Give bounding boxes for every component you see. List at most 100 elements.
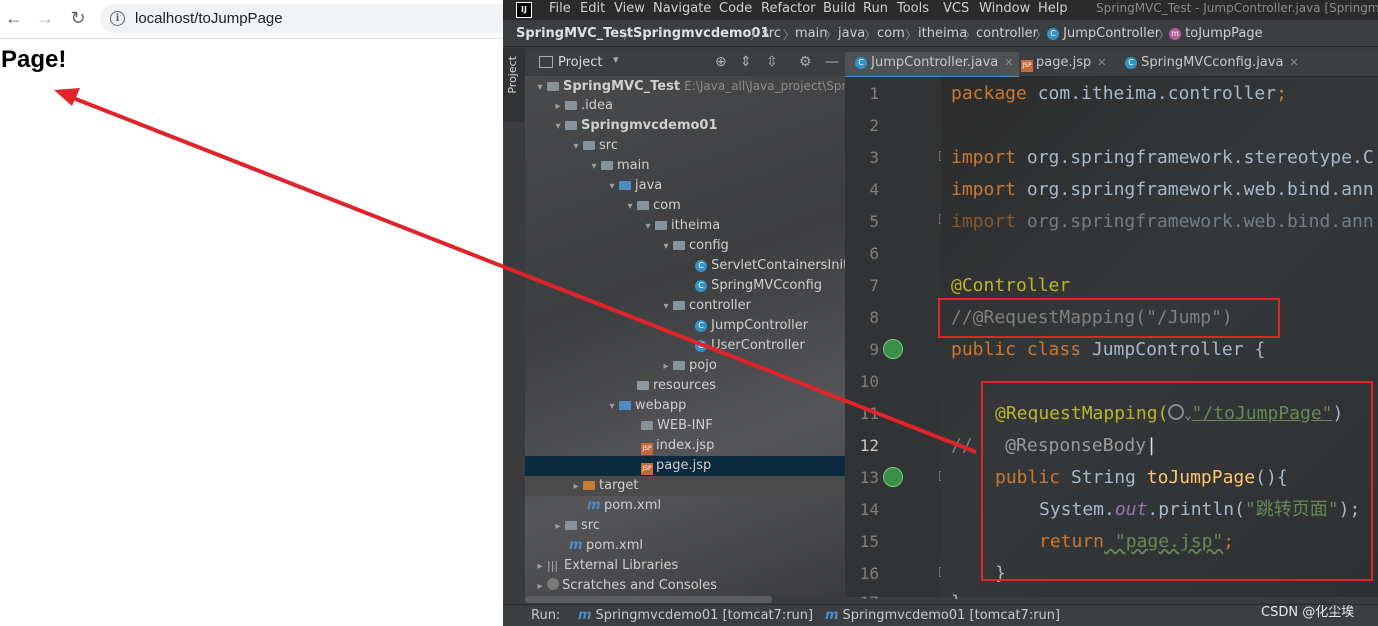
tree-item-label: .idea	[581, 98, 613, 113]
tree-item-label: Scratches and Consoles	[562, 578, 718, 593]
breadcrumb-item[interactable]: SpringMVC_Test	[516, 26, 633, 41]
code-line-9: public class JumpController {	[951, 334, 1265, 366]
close-icon[interactable]: ✕	[1004, 56, 1013, 69]
breadcrumb-item[interactable]: controller	[976, 26, 1038, 41]
browser-toolbar: ← → ↻ i localhost/toJumpPage	[0, 0, 520, 39]
breadcrumb-item[interactable]: itheima	[918, 26, 967, 41]
jsp-file-icon: JSP	[1021, 60, 1033, 72]
menu-build[interactable]: Build	[823, 1, 856, 16]
menu-file[interactable]: File	[549, 1, 571, 16]
tree-item-project-root[interactable]: ▾ SpringMVC_Test E:\Java_all\Java_project…	[525, 76, 865, 98]
menu-edit[interactable]: Edit	[580, 1, 605, 16]
class-icon: C	[855, 56, 867, 69]
chevron-right-icon[interactable]: ▸	[533, 577, 547, 597]
tree-item-module[interactable]: ▾ Springmvcdemo01	[525, 116, 871, 136]
breadcrumb-item[interactable]: main	[795, 26, 827, 41]
chevron-down-icon[interactable]: ▾	[533, 78, 547, 98]
breadcrumb-item[interactable]: java	[838, 26, 865, 41]
chevron-down-icon[interactable]: ▾	[569, 137, 583, 157]
close-icon[interactable]: ✕	[1289, 56, 1298, 69]
chevron-down-icon[interactable]: ▾	[587, 157, 601, 177]
code-token: JumpController {	[1081, 339, 1266, 360]
tree-item-label: UserController	[711, 338, 805, 353]
menu-help[interactable]: Help	[1038, 1, 1068, 16]
tab-springmvc-config[interactable]: C SpringMVCconfig.java ✕	[1125, 52, 1299, 76]
url-text[interactable]: localhost/toJumpPage	[135, 10, 283, 27]
project-path: E:\Java_all\Java_project\Spring	[684, 79, 866, 93]
tree-item-src[interactable]: ▾ src	[525, 136, 889, 156]
breadcrumb: SpringMVC_Test 〉 Springmvcdemo01 〉 src 〉…	[503, 24, 1378, 47]
breadcrumb-separator: 〉	[825, 28, 838, 42]
chevron-down-icon[interactable]: ▾	[623, 197, 637, 217]
chevron-right-icon[interactable]: ▸	[551, 517, 565, 537]
chevron-down-icon[interactable]: ▾	[605, 397, 619, 417]
tree-item-idea[interactable]: ▸ .idea	[525, 96, 871, 116]
expand-all-icon[interactable]: ⇕	[740, 54, 752, 70]
arrow-left-icon[interactable]: ←	[2, 6, 26, 30]
project-panel: ▾ SpringMVC_Test E:\Java_all\Java_project…	[525, 76, 961, 596]
chevron-right-icon[interactable]: ▸	[551, 97, 565, 117]
chevron-right-icon[interactable]: ▸	[533, 557, 547, 577]
breadcrumb-item-class[interactable]: C JumpController	[1047, 26, 1160, 41]
breadcrumb-item-method[interactable]: m toJumpPage	[1169, 26, 1263, 41]
run-config-tab[interactable]: m Springmvcdemo01 [tomcat7:run]	[578, 608, 813, 623]
line-number: 6	[869, 244, 879, 263]
menu-window[interactable]: Window	[979, 1, 1030, 16]
chevron-down-icon[interactable]: ▾	[659, 237, 673, 257]
folder-icon	[601, 161, 613, 170]
breadcrumb-item[interactable]: com	[877, 26, 905, 41]
chevron-down-icon[interactable]: ▾	[613, 53, 619, 66]
tab-jump-controller[interactable]: C JumpController.java ✕	[845, 52, 1019, 79]
chevron-down-icon[interactable]: ▾	[641, 217, 655, 237]
ide-window: IJ File Edit View Navigate Code Refactor…	[503, 0, 1378, 626]
reload-icon[interactable]: ↻	[66, 6, 90, 30]
folder-icon	[565, 101, 577, 110]
locate-icon[interactable]: ⊕	[715, 54, 727, 70]
info-icon[interactable]: i	[110, 11, 125, 26]
chevron-right-icon[interactable]: ▸	[659, 357, 673, 377]
run-config-tab[interactable]: m Springmvcdemo01 [tomcat7:run]	[825, 608, 1060, 623]
tree-item-label: WEB-INF	[657, 418, 713, 433]
arrow-right-icon[interactable]: →	[33, 6, 57, 30]
close-icon[interactable]: ✕	[1097, 56, 1106, 69]
tab-page-jsp[interactable]: JSP page.jsp ✕	[1021, 52, 1121, 76]
gear-icon[interactable]: ⚙	[799, 54, 812, 70]
run-config-label: Springmvcdemo01 [tomcat7:run]	[842, 608, 1061, 623]
tree-item-label: config	[689, 238, 729, 253]
address-bar[interactable]: i localhost/toJumpPage	[100, 4, 520, 33]
line-number: 12	[859, 436, 879, 455]
code-token: package	[951, 83, 1027, 104]
tab-label: JumpController.java	[871, 55, 999, 70]
chevron-right-icon[interactable]: ▸	[569, 477, 583, 497]
menu-tools[interactable]: Tools	[897, 1, 929, 16]
hide-icon[interactable]: —	[825, 54, 839, 70]
project-panel-title[interactable]: Project	[558, 55, 602, 70]
chevron-down-icon[interactable]: ▾	[659, 297, 673, 317]
class-icon: C	[1125, 56, 1137, 69]
menu-vcs[interactable]: VCS	[943, 1, 969, 16]
breadcrumb-item[interactable]: src	[762, 26, 781, 41]
project-tool-window-button[interactable]: Project	[506, 56, 519, 94]
menu-navigate[interactable]: Navigate	[653, 1, 711, 16]
chevron-down-icon[interactable]: ▾	[551, 117, 565, 137]
tree-item-label: com	[653, 198, 681, 213]
menu-refactor[interactable]: Refactor	[761, 1, 816, 16]
tree-item-root-pom[interactable]: m pom.xml	[525, 536, 889, 556]
collapse-all-icon[interactable]: ⇳	[766, 54, 778, 70]
tree-item-external-libraries[interactable]: ▸ ||| External Libraries	[525, 556, 853, 576]
breadcrumb-separator: 〉	[750, 28, 763, 42]
tree-item-scratches[interactable]: ▸ Scratches and Consoles	[525, 576, 853, 596]
menu-code[interactable]: Code	[719, 1, 752, 16]
menu-run[interactable]: Run	[863, 1, 888, 16]
source-folder-icon	[619, 181, 631, 190]
tree-item-target[interactable]: ▸ target	[525, 476, 889, 496]
chevron-down-icon[interactable]: ▾	[605, 177, 619, 197]
spring-bean-icon[interactable]	[883, 467, 903, 487]
horizontal-scrollbar[interactable]	[525, 596, 772, 603]
code-line-5: import org.springframework.web.bind.ann	[951, 206, 1374, 238]
code-token: public class	[951, 339, 1082, 360]
menu-view[interactable]: View	[614, 1, 645, 16]
tree-item-root-src[interactable]: ▸ src	[525, 516, 871, 536]
package-icon	[673, 361, 685, 370]
spring-bean-icon[interactable]	[883, 339, 903, 359]
